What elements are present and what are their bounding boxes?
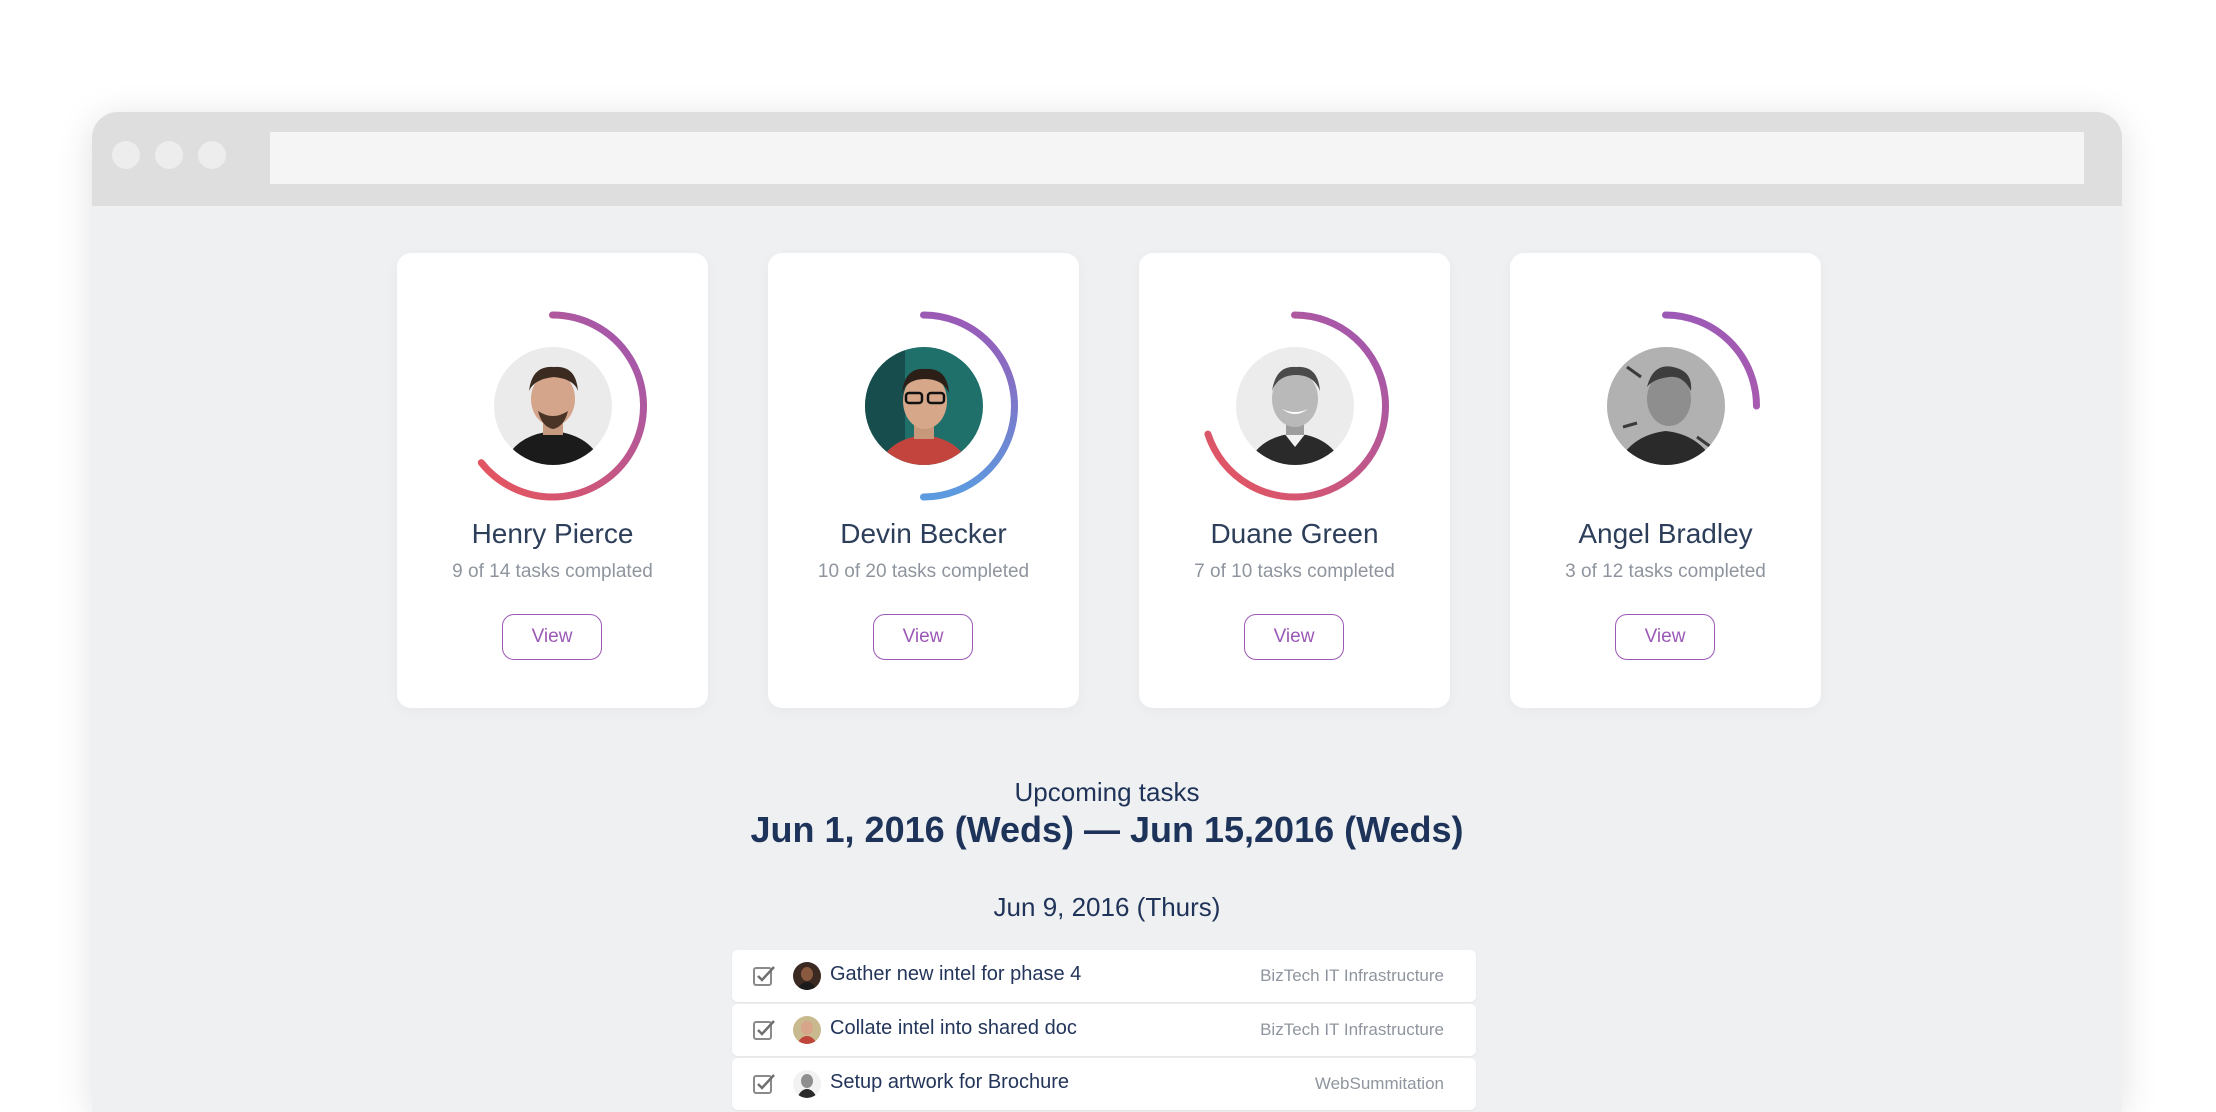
view-button[interactable]: View [1244,614,1344,660]
task-row[interactable]: Setup artwork for Brochure WebSummitatio… [732,1058,1476,1110]
window-close-dot[interactable] [112,141,140,169]
task-stats: 7 of 10 tasks completed [1194,561,1395,582]
checkbox-checked-icon[interactable] [752,964,776,988]
assignee-avatar [793,1016,821,1044]
assignee-avatar [793,962,821,990]
task-row[interactable]: Collate intel into shared doc BizTech IT… [732,1004,1476,1056]
task-list: Gather new intel for phase 4 BizTech IT … [732,950,1476,1112]
window-minimize-dot[interactable] [155,141,183,169]
task-stats: 9 of 14 tasks complated [452,561,653,582]
task-title: Collate intel into shared doc [830,1017,1077,1039]
man-with-glasses-avatar [865,347,983,465]
person-name: Devin Becker [840,518,1007,549]
day-heading: Jun 9, 2016 (Thurs) [993,892,1221,922]
browser-window: Henry Pierce 9 of 14 tasks complated Vie… [92,112,2122,1112]
person-card: Henry Pierce 9 of 14 tasks complated Vie… [397,253,708,708]
smiling-man-avatar [1236,347,1354,465]
window-maximize-dot[interactable] [198,141,226,169]
task-project: BizTech IT Infrastructure [1260,966,1444,985]
person-name: Angel Bradley [1578,518,1753,549]
monochrome-man-avatar [1607,347,1725,465]
checkbox-checked-icon[interactable] [752,1018,776,1042]
view-button[interactable]: View [1615,614,1715,660]
task-title: Setup artwork for Brochure [830,1071,1069,1093]
person-card: Devin Becker 10 of 20 tasks completed Vi… [768,253,1079,708]
task-stats: 10 of 20 tasks completed [817,561,1030,582]
task-project: WebSummitation [1314,1074,1444,1093]
person-name: Duane Green [1210,518,1379,549]
person-name: Henry Pierce [471,518,634,549]
person-card: Angel Bradley 3 of 12 tasks completed Vi… [1510,253,1821,708]
checkbox-checked-icon[interactable] [752,1072,776,1096]
task-title: Gather new intel for phase 4 [830,963,1082,985]
view-button[interactable]: View [873,614,973,660]
task-row[interactable]: Gather new intel for phase 4 BizTech IT … [732,950,1476,1002]
task-stats: 3 of 12 tasks completed [1565,561,1766,582]
view-button[interactable]: View [502,614,602,660]
bearded-man-avatar [494,347,612,465]
address-bar[interactable] [270,132,2084,184]
upcoming-label: Upcoming tasks [1014,777,1200,807]
person-card: Duane Green 7 of 10 tasks completed View [1139,253,1450,708]
date-range-title: Jun 1, 2016 (Weds) — Jun 15,2016 (Weds) [750,809,1464,850]
browser-titlebar [92,112,2122,206]
task-project: BizTech IT Infrastructure [1260,1020,1444,1039]
